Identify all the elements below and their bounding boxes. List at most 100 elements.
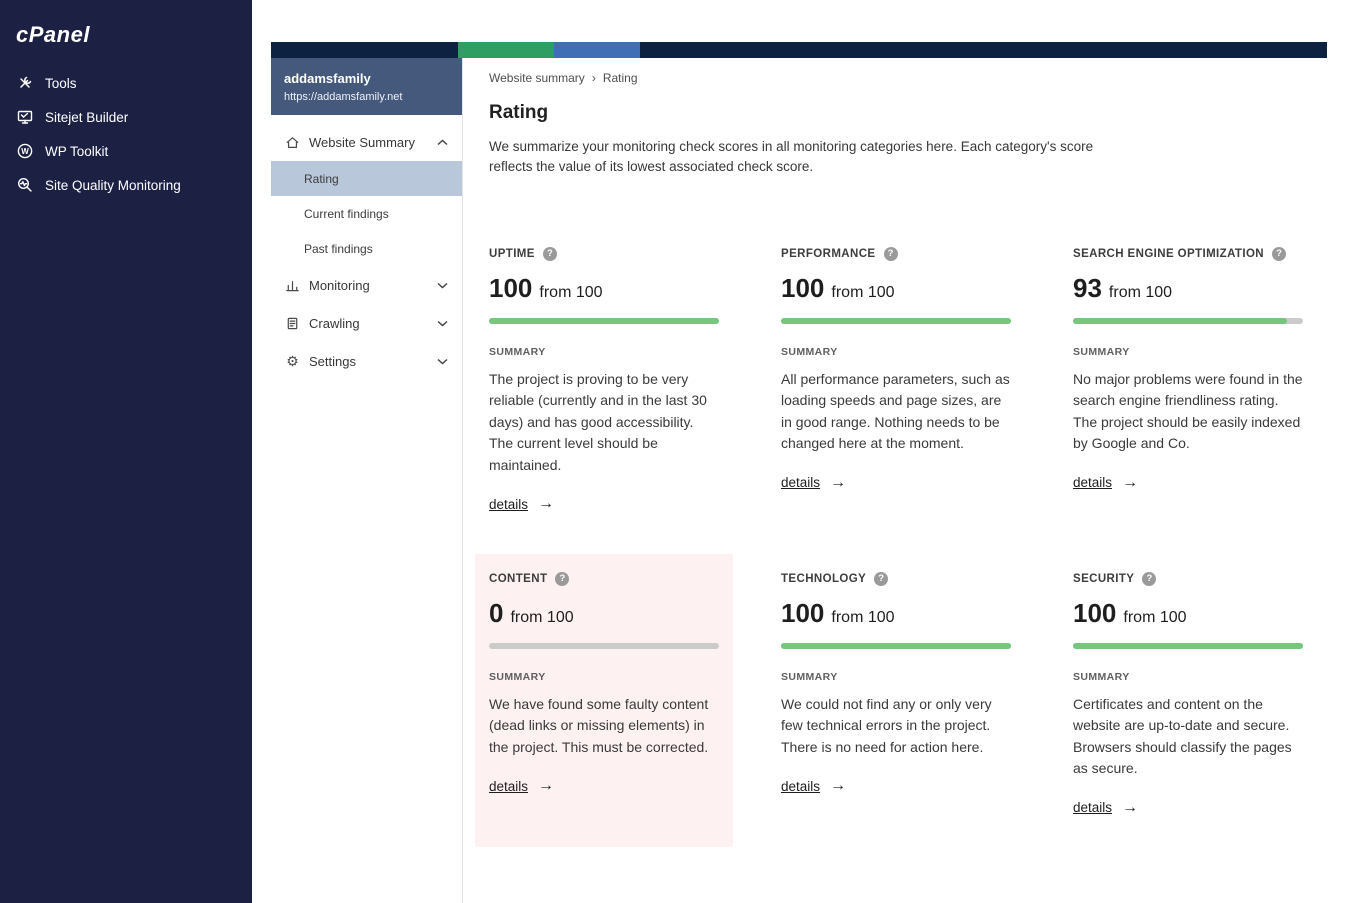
card-uptime: UPTIME ? 100 from 100 SUMMARY The projec…: [475, 229, 733, 544]
score-suffix: from 100: [1123, 609, 1186, 627]
score-row: 100 from 100: [781, 598, 1011, 629]
menu-item-settings[interactable]: ⚙ Settings: [271, 342, 462, 380]
menu-item-label: Past findings: [304, 242, 373, 256]
wordpress-icon: W: [16, 142, 34, 160]
score-row: 100 from 100: [781, 273, 1011, 304]
card-title: SEARCH ENGINE OPTIMIZATION: [1073, 248, 1264, 260]
document-icon: [285, 316, 300, 331]
help-icon[interactable]: ?: [1142, 572, 1156, 586]
menu-item-rating[interactable]: Rating: [271, 161, 462, 196]
summary-text: We have found some faulty content (dead …: [489, 694, 719, 759]
top-bar-segment-green: [458, 42, 554, 58]
page-description: We summarize your monitoring check score…: [489, 137, 1101, 178]
help-icon[interactable]: ?: [874, 572, 888, 586]
arrow-right-icon: →: [538, 778, 554, 794]
progress-bar: [489, 643, 719, 649]
app-top-bar: [271, 42, 1327, 58]
summary-label: SUMMARY: [781, 671, 1011, 683]
score-suffix: from 100: [831, 609, 894, 627]
menu-item-monitoring[interactable]: Monitoring: [271, 266, 462, 304]
score-suffix: from 100: [510, 609, 573, 627]
menu-item-label: Monitoring: [309, 278, 370, 293]
card-performance: PERFORMANCE ? 100 from 100 SUMMARY All p…: [767, 229, 1025, 544]
card-title: PERFORMANCE: [781, 248, 876, 260]
progress-fill: [781, 318, 1011, 324]
details-link[interactable]: details →: [1073, 800, 1138, 816]
sidebar-item-label: Site Quality Monitoring: [45, 178, 181, 193]
help-icon[interactable]: ?: [884, 247, 898, 261]
sidebar-item-tools[interactable]: Tools: [0, 66, 252, 100]
sidebar-item-sitejet-builder[interactable]: Sitejet Builder: [0, 100, 252, 134]
arrow-right-icon: →: [1122, 800, 1138, 816]
card-title: CONTENT: [489, 573, 547, 585]
menu-item-label: Rating: [304, 172, 339, 186]
score-row: 0 from 100: [489, 598, 719, 629]
details-link[interactable]: details →: [1073, 475, 1138, 491]
progress-fill: [1073, 643, 1303, 649]
menu-item-crawling[interactable]: Crawling: [271, 304, 462, 342]
summary-text: We could not find any or only very few t…: [781, 694, 1011, 759]
summary-label: SUMMARY: [489, 671, 719, 683]
summary-text: All performance parameters, such as load…: [781, 369, 1011, 455]
progress-bar: [1073, 318, 1303, 324]
details-link[interactable]: details →: [781, 475, 846, 491]
menu-item-label: Current findings: [304, 207, 389, 221]
help-icon[interactable]: ?: [543, 247, 557, 261]
chevron-down-icon: [437, 358, 448, 365]
card-search-engine-optimization: SEARCH ENGINE OPTIMIZATION ? 93 from 100…: [1059, 229, 1317, 544]
progress-fill: [489, 318, 719, 324]
main-content: Website summary › Rating Rating We summa…: [463, 58, 1327, 903]
svg-text:W: W: [21, 147, 29, 156]
progress-bar: [781, 318, 1011, 324]
summary-label: SUMMARY: [1073, 671, 1303, 683]
chevron-down-icon: [437, 282, 448, 289]
tools-icon: [16, 74, 34, 92]
card-technology: TECHNOLOGY ? 100 from 100 SUMMARY We cou…: [767, 554, 1025, 848]
site-panel: addamsfamily https://addamsfamily.net We…: [271, 58, 463, 903]
menu-item-website-summary[interactable]: Website Summary: [271, 123, 462, 161]
summary-text: No major problems were found in the sear…: [1073, 369, 1303, 455]
house-icon: [285, 135, 300, 150]
menu-item-past-findings[interactable]: Past findings: [271, 231, 462, 266]
card-security: SECURITY ? 100 from 100 SUMMARY Certific…: [1059, 554, 1317, 848]
sidebar-item-label: Sitejet Builder: [45, 110, 128, 125]
menu-item-current-findings[interactable]: Current findings: [271, 196, 462, 231]
progress-bar: [1073, 643, 1303, 649]
score-value: 93: [1073, 273, 1102, 304]
breadcrumb: Website summary › Rating: [489, 71, 1327, 85]
score-row: 100 from 100: [489, 273, 719, 304]
sidebar-item-wp-toolkit[interactable]: W WP Toolkit: [0, 134, 252, 168]
progress-bar: [781, 643, 1011, 649]
arrow-right-icon: →: [830, 475, 846, 491]
arrow-right-icon: →: [830, 778, 846, 794]
score-value: 0: [489, 598, 503, 629]
summary-label: SUMMARY: [489, 346, 719, 358]
details-link[interactable]: details →: [781, 778, 846, 794]
breadcrumb-current: Rating: [603, 71, 638, 85]
top-bar-segment-blue: [554, 42, 640, 58]
score-row: 100 from 100: [1073, 598, 1303, 629]
summary-label: SUMMARY: [1073, 346, 1303, 358]
sidebar-item-site-quality-monitoring[interactable]: Site Quality Monitoring: [0, 168, 252, 202]
site-url: https://addamsfamily.net: [284, 91, 449, 103]
site-quality-monitoring-icon: [16, 176, 34, 194]
details-link[interactable]: details →: [489, 496, 554, 512]
help-icon[interactable]: ?: [555, 572, 569, 586]
details-link[interactable]: details →: [489, 778, 554, 794]
page-title: Rating: [489, 102, 1327, 124]
score-suffix: from 100: [1109, 284, 1172, 302]
cpanel-logo[interactable]: cPanel: [0, 0, 252, 66]
help-icon[interactable]: ?: [1272, 247, 1286, 261]
score-value: 100: [489, 273, 532, 304]
menu-item-label: Crawling: [309, 316, 360, 331]
summary-text: Certificates and content on the website …: [1073, 694, 1303, 780]
score-value: 100: [781, 273, 824, 304]
breadcrumb-separator: ›: [592, 71, 596, 85]
score-value: 100: [1073, 598, 1116, 629]
card-title: TECHNOLOGY: [781, 573, 866, 585]
rating-cards-grid: UPTIME ? 100 from 100 SUMMARY The projec…: [475, 229, 1327, 848]
breadcrumb-website-summary[interactable]: Website summary: [489, 71, 585, 85]
summary-text: The project is proving to be very reliab…: [489, 369, 719, 477]
menu-item-label: Settings: [309, 354, 356, 369]
site-panel-menu: Website Summary Rating Current findings …: [271, 115, 462, 380]
